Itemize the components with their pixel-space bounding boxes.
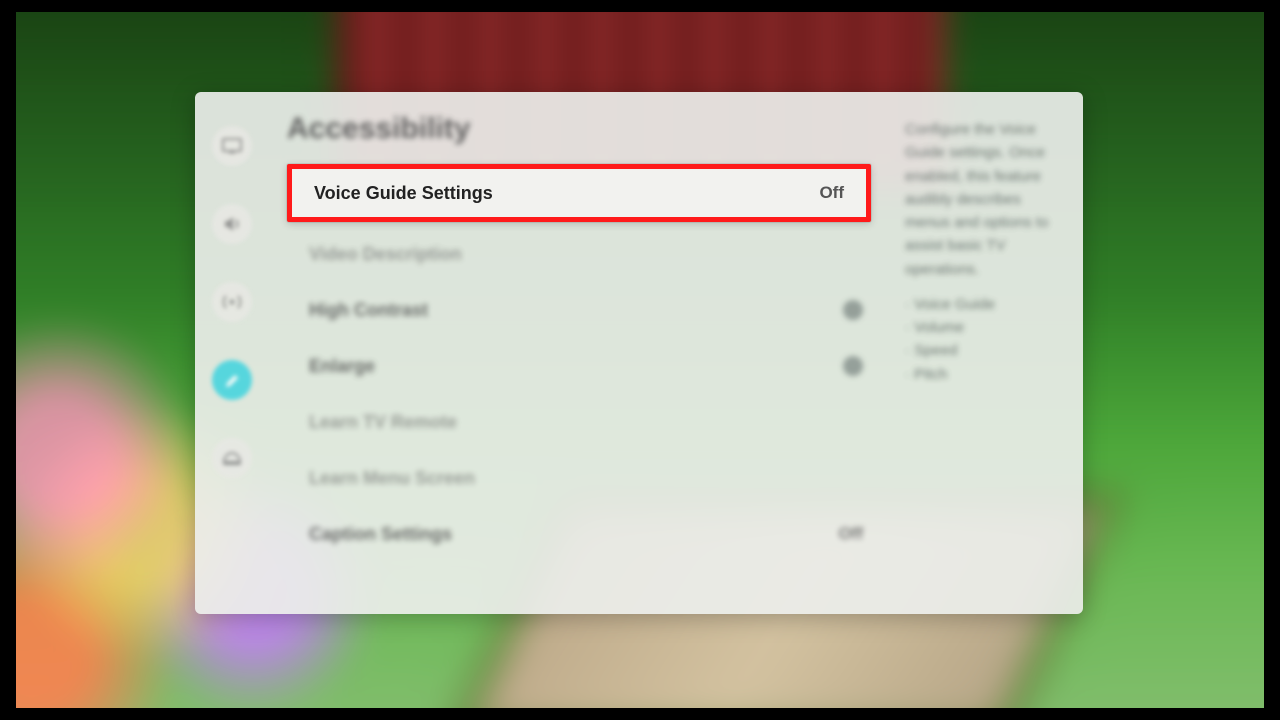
help-bullet: Voice Guide [905,293,1069,316]
support-icon[interactable] [212,438,252,478]
item-label: Learn Menu Screen [309,468,475,489]
help-text: Configure the Voice Guide settings. Once… [905,118,1069,281]
item-label: Voice Guide Settings [314,183,493,204]
toggle-off-icon [843,300,863,320]
settings-main: Accessibility Voice Guide Settings Off V… [269,92,895,614]
broadcast-icon[interactable] [212,282,252,322]
settings-category-sidebar [195,92,269,614]
letterbox [0,0,1280,12]
item-label: Video Description [309,244,462,265]
letterbox [1264,0,1280,720]
help-bullet: Volume [905,316,1069,339]
help-bullet: Speed [905,339,1069,362]
help-pane: Configure the Voice Guide settings. Once… [895,92,1083,614]
item-learn-menu-screen[interactable]: Learn Menu Screen [287,450,885,506]
general-icon[interactable] [212,360,252,400]
item-value: Off [838,524,863,544]
help-bullets: Voice Guide Volume Speed Pitch [905,293,1069,386]
item-label: High Contrast [309,300,428,321]
item-label: Learn TV Remote [309,412,457,433]
settings-panel: Accessibility Voice Guide Settings Off V… [195,92,1083,614]
page-title: Accessibility [287,112,885,146]
item-high-contrast[interactable]: High Contrast [287,282,885,338]
item-caption-settings[interactable]: Caption Settings Off [287,506,885,562]
item-enlarge[interactable]: Enlarge [287,338,885,394]
item-label: Caption Settings [309,524,452,545]
item-label: Enlarge [309,356,375,377]
letterbox [0,708,1280,720]
letterbox [0,0,16,720]
toggle-off-icon [843,356,863,376]
item-video-description[interactable]: Video Description [287,226,885,282]
sound-icon[interactable] [212,204,252,244]
item-voice-guide-settings[interactable]: Voice Guide Settings Off [287,164,871,222]
item-learn-tv-remote[interactable]: Learn TV Remote [287,394,885,450]
help-bullet: Pitch [905,363,1069,386]
picture-icon[interactable] [212,126,252,166]
item-value: Off [819,183,844,203]
